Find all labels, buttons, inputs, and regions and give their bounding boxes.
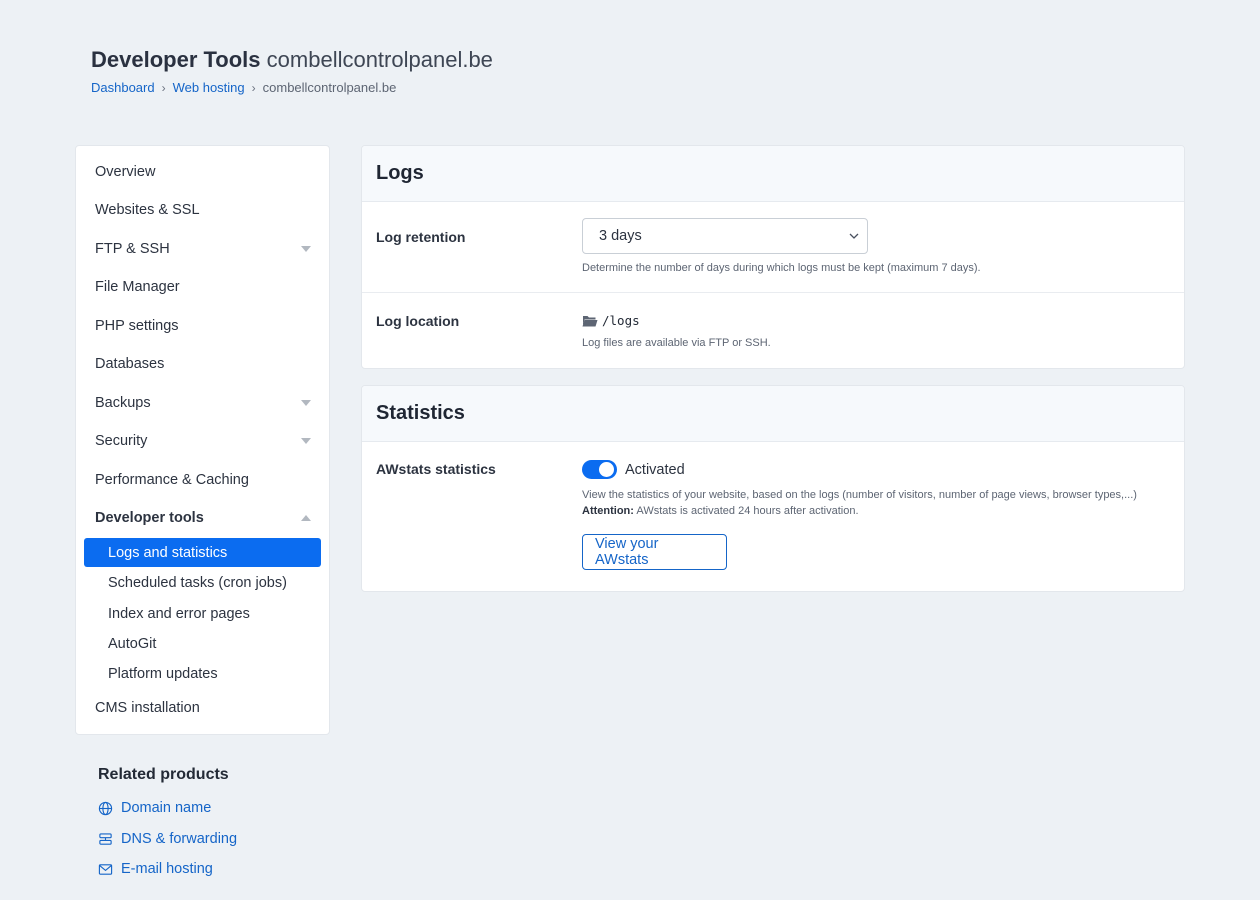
awstats-attention: Attention: AWstats is activated 24 hours…	[582, 505, 1137, 517]
sidebar-item-developer-tools[interactable]: Developer tools	[95, 506, 311, 530]
related-link-domain-name[interactable]: Domain name	[98, 800, 211, 816]
sidebar-item-ftp-ssh[interactable]: FTP & SSH	[95, 237, 311, 261]
log-retention-value: 3 days	[599, 228, 642, 244]
sidebar-subitem-scheduled-tasks[interactable]: Scheduled tasks (cron jobs)	[84, 568, 321, 597]
awstats-toggle-label: Activated	[625, 461, 685, 478]
related-products-title: Related products	[98, 766, 229, 783]
log-location-row: Log location /logs Log files are availab…	[362, 293, 1184, 368]
awstats-label: AWstats statistics	[376, 461, 496, 477]
sidebar-subitem-label: Logs and statistics	[108, 544, 228, 561]
sidebar-item-security[interactable]: Security	[95, 429, 311, 453]
mail-icon	[98, 863, 113, 875]
sidebar-subitem-label: Index and error pages	[108, 605, 250, 622]
breadcrumb-separator: ›	[251, 80, 256, 95]
folder-open-icon	[582, 316, 598, 327]
log-location-path: /logs	[602, 313, 640, 328]
sidebar-item-label: Developer tools	[95, 510, 204, 526]
caret-down-icon[interactable]	[301, 246, 311, 252]
page-title-main: Developer Tools	[91, 47, 261, 72]
awstats-row: AWstats statistics Activated View the st…	[362, 442, 1184, 591]
sidebar-item-overview[interactable]: Overview	[95, 160, 311, 184]
globe-icon	[98, 801, 113, 815]
logs-card: Logs Log retention 3 days Determine the …	[361, 145, 1185, 369]
sidebar-subitem-label: Platform updates	[108, 665, 218, 682]
log-retention-help: Determine the number of days during whic…	[582, 262, 981, 274]
sidebar-nav: Overview Websites & SSL FTP & SSH File M…	[75, 145, 330, 735]
statistics-card: Statistics AWstats statistics Activated …	[361, 385, 1185, 592]
awstats-toggle[interactable]	[582, 460, 617, 479]
sidebar-item-php-settings[interactable]: PHP settings	[95, 314, 311, 338]
page-header: Developer Tools combellcontrolpanel.be D…	[91, 46, 493, 95]
awstats-attention-text: AWstats is activated 24 hours after acti…	[636, 505, 859, 517]
sidebar-subitem-index-error-pages[interactable]: Index and error pages	[84, 599, 321, 628]
breadcrumb-dashboard[interactable]: Dashboard	[91, 80, 155, 95]
related-link-label: DNS & forwarding	[121, 831, 238, 847]
sidebar-item-label: CMS installation	[95, 700, 200, 716]
breadcrumb: Dashboard › Web hosting › combellcontrol…	[91, 80, 493, 95]
sidebar-subitem-autogit[interactable]: AutoGit	[84, 629, 321, 658]
dns-icon	[99, 832, 112, 845]
breadcrumb-current: combellcontrolpanel.be	[262, 80, 397, 95]
log-retention-label: Log retention	[376, 229, 466, 245]
awstats-attention-label: Attention:	[582, 505, 634, 517]
caret-down-icon[interactable]	[301, 438, 311, 444]
sidebar-item-label: Performance & Caching	[95, 472, 249, 488]
sidebar-item-label: FTP & SSH	[95, 241, 170, 257]
related-link-email-hosting[interactable]: E-mail hosting	[98, 861, 213, 877]
statistics-card-title: Statistics	[362, 386, 1184, 442]
sidebar-item-label: File Manager	[95, 279, 180, 295]
sidebar-item-file-manager[interactable]: File Manager	[95, 275, 311, 299]
sidebar-subitem-label: Scheduled tasks (cron jobs)	[108, 574, 287, 591]
related-link-label: E-mail hosting	[121, 861, 213, 877]
caret-down-icon[interactable]	[301, 400, 311, 406]
awstats-help: View the statistics of your website, bas…	[582, 489, 1137, 501]
sidebar-item-label: PHP settings	[95, 318, 179, 334]
related-link-dns-forwarding[interactable]: DNS & forwarding	[98, 831, 237, 847]
sidebar-item-cms-installation[interactable]: CMS installation	[95, 696, 311, 720]
caret-up-icon[interactable]	[301, 515, 311, 521]
sidebar-item-label: Overview	[95, 164, 156, 180]
log-retention-select[interactable]: 3 days	[582, 218, 868, 254]
sidebar-subitem-label: AutoGit	[108, 635, 157, 652]
sidebar-item-label: Websites & SSL	[95, 202, 200, 218]
sidebar-subitem-platform-updates[interactable]: Platform updates	[84, 659, 321, 688]
sidebar-item-backups[interactable]: Backups	[95, 391, 311, 415]
related-products: Related products Domain name DNS & forwa…	[98, 766, 237, 877]
sidebar-subitem-logs-statistics[interactable]: Logs and statistics	[84, 538, 321, 567]
log-location-help: Log files are available via FTP or SSH.	[582, 337, 771, 349]
sidebar-item-databases[interactable]: Databases	[95, 352, 311, 376]
breadcrumb-web-hosting[interactable]: Web hosting	[173, 80, 245, 95]
log-location-label: Log location	[376, 313, 460, 329]
page-title: Developer Tools combellcontrolpanel.be	[91, 46, 493, 74]
sidebar-item-websites-ssl[interactable]: Websites & SSL	[95, 198, 311, 222]
sidebar-item-label: Databases	[95, 356, 165, 372]
breadcrumb-separator: ›	[161, 80, 166, 95]
logs-card-title: Logs	[362, 146, 1184, 202]
page-title-domain: combellcontrolpanel.be	[266, 47, 493, 72]
log-retention-row: Log retention 3 days Determine the numbe…	[362, 202, 1184, 293]
sidebar-item-label: Security	[95, 433, 148, 449]
sidebar-item-label: Backups	[95, 395, 151, 411]
sidebar-item-performance-caching[interactable]: Performance & Caching	[95, 468, 311, 492]
view-awstats-button[interactable]: View your AWstats	[582, 534, 727, 570]
chevron-down-icon	[849, 233, 859, 239]
related-link-label: Domain name	[121, 800, 212, 816]
